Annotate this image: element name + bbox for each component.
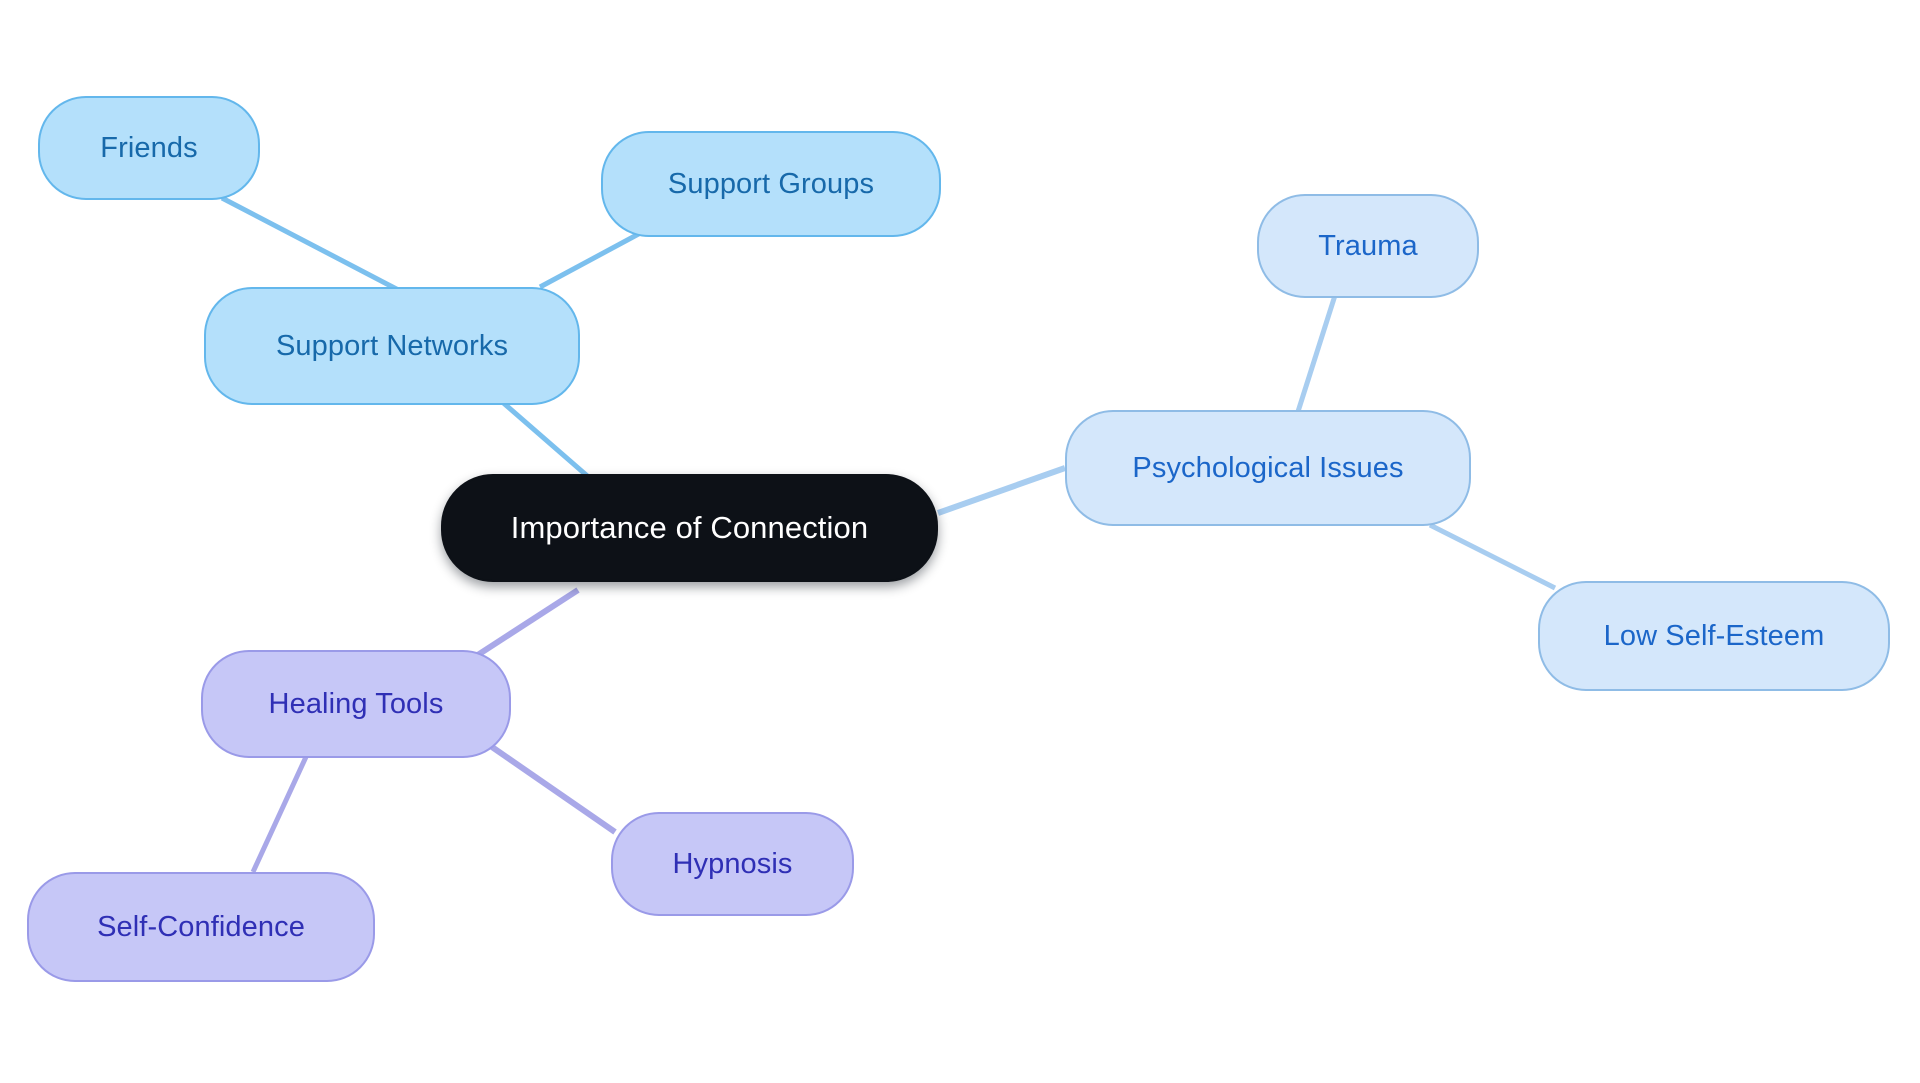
- node-friends-label: Friends: [100, 131, 198, 164]
- node-psychological-issues[interactable]: Psychological Issues: [1065, 410, 1471, 526]
- node-root[interactable]: Importance of Connection: [441, 474, 938, 582]
- edge-psychological-issues-to-trauma: [1292, 285, 1341, 422]
- node-support-groups-label: Support Groups: [667, 167, 875, 200]
- edge-root-to-healing-tools: [468, 587, 580, 663]
- edge-healing-tools-to-hypnosis: [490, 744, 617, 835]
- node-low-self-esteem-label: Low Self-Esteem: [1603, 619, 1825, 652]
- node-trauma[interactable]: Trauma: [1257, 194, 1479, 298]
- node-support-networks-label: Support Networks: [275, 329, 509, 362]
- edge-support-groups-to-support-networks: [538, 227, 648, 290]
- node-support-networks[interactable]: Support Networks: [204, 287, 580, 405]
- edge-psychological-issues-to-low-self-esteem: [1428, 522, 1557, 591]
- edge-friends-to-support-networks: [220, 195, 412, 299]
- node-healing-tools-label: Healing Tools: [268, 687, 444, 720]
- node-low-self-esteem[interactable]: Low Self-Esteem: [1538, 581, 1890, 691]
- node-self-confidence-label: Self-Confidence: [97, 910, 305, 943]
- mindmap-canvas: Importance of Connection Support Network…: [0, 0, 1920, 1083]
- node-root-label: Importance of Connection: [510, 510, 869, 545]
- edge-root-to-psychological-issues: [936, 465, 1067, 516]
- node-hypnosis[interactable]: Hypnosis: [611, 812, 854, 916]
- edge-healing-tools-to-self-confidence: [250, 744, 314, 874]
- node-support-groups[interactable]: Support Groups: [601, 131, 941, 237]
- node-trauma-label: Trauma: [1318, 229, 1418, 262]
- node-self-confidence[interactable]: Self-Confidence: [27, 872, 375, 982]
- node-hypnosis-label: Hypnosis: [672, 847, 793, 880]
- node-friends[interactable]: Friends: [38, 96, 260, 200]
- node-psychological-issues-label: Psychological Issues: [1132, 451, 1404, 484]
- node-healing-tools[interactable]: Healing Tools: [201, 650, 511, 758]
